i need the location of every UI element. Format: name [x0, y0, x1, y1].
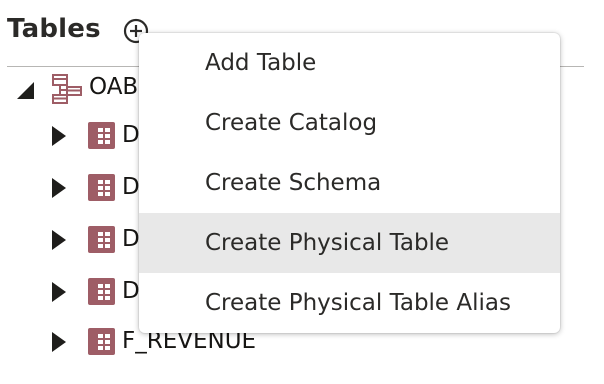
table-icon: [88, 174, 115, 201]
table-icon: [88, 328, 115, 355]
table-icon: [88, 278, 115, 305]
tree-item-label: D: [122, 174, 140, 200]
database-schema-icon: [52, 74, 82, 104]
add-context-menu: Add Table Create Catalog Create Schema C…: [139, 33, 560, 333]
menu-item-add-table[interactable]: Add Table: [139, 33, 560, 93]
expanded-caret-icon[interactable]: [17, 82, 34, 99]
collapsed-caret-icon[interactable]: [52, 230, 66, 250]
table-icon: [88, 226, 115, 253]
collapsed-caret-icon[interactable]: [52, 282, 66, 302]
collapsed-caret-icon[interactable]: [52, 178, 66, 198]
tree-item-label: D: [122, 226, 140, 252]
menu-item-create-physical-table-alias[interactable]: Create Physical Table Alias: [139, 273, 560, 333]
collapsed-caret-icon[interactable]: [52, 332, 66, 352]
tree-item-label: D: [122, 278, 140, 304]
menu-item-create-catalog[interactable]: Create Catalog: [139, 93, 560, 153]
tree-item-label: D: [122, 122, 140, 148]
menu-item-create-physical-table[interactable]: Create Physical Table: [139, 213, 560, 273]
table-icon: [88, 122, 115, 149]
panel-title: Tables: [7, 14, 101, 44]
menu-item-create-schema[interactable]: Create Schema: [139, 153, 560, 213]
tree-root-label: OAB: [89, 74, 139, 100]
collapsed-caret-icon[interactable]: [52, 126, 66, 146]
